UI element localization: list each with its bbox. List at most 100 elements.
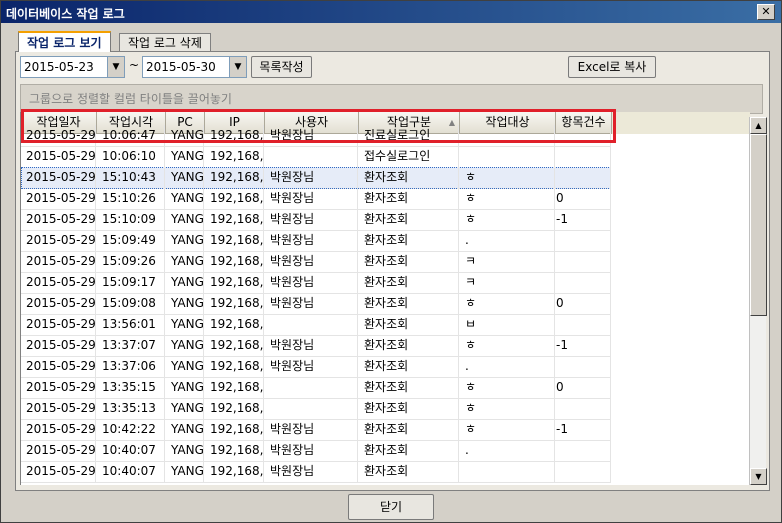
cell-target: ㅂ bbox=[460, 314, 555, 335]
date-to-value: 2015-05-30 bbox=[146, 60, 216, 74]
close-button[interactable]: 닫기 bbox=[348, 494, 434, 520]
build-list-button[interactable]: 목록작성 bbox=[251, 56, 312, 78]
cell-count: 0 bbox=[556, 293, 611, 314]
cell-task-type: 환자조회 bbox=[359, 272, 459, 293]
cell-user: 박원장님 bbox=[265, 125, 358, 146]
table-row[interactable]: 2015-05-2910:06:10YANG192,168,0, 접수실로그인 bbox=[21, 146, 611, 168]
cell-time: 13:35:13 bbox=[97, 398, 165, 419]
scroll-up-icon[interactable]: ▲ bbox=[750, 117, 767, 134]
cell-time: 10:40:07 bbox=[97, 461, 165, 482]
table-row[interactable]: 2015-05-2915:09:17YANG192,168,0,박원장님환자조회… bbox=[21, 272, 611, 294]
cell-time: 13:56:01 bbox=[97, 314, 165, 335]
date-from-combo[interactable]: 2015-05-23 ▼ bbox=[20, 56, 125, 78]
cell-task-type: 환자조회 bbox=[359, 335, 459, 356]
cell-time: 15:09:49 bbox=[97, 230, 165, 251]
cell-count bbox=[556, 167, 611, 188]
scroll-thumb[interactable] bbox=[750, 134, 767, 316]
cell-date: 2015-05-29 bbox=[21, 440, 96, 461]
cell-time: 15:10:26 bbox=[97, 188, 165, 209]
cell-task-type: 환자조회 bbox=[359, 314, 459, 335]
cell-task-type: 환자조회 bbox=[359, 356, 459, 377]
cell-date: 2015-05-29 bbox=[21, 188, 96, 209]
cell-target bbox=[460, 461, 555, 482]
cell-pc: YANG bbox=[166, 251, 204, 272]
cell-ip: 192,168,0, bbox=[205, 356, 264, 377]
excel-copy-button[interactable]: Excel로 복사 bbox=[568, 56, 656, 78]
cell-target bbox=[460, 146, 555, 167]
cell-task-type: 환자조회 bbox=[359, 461, 459, 482]
cell-user: 박원장님 bbox=[265, 335, 358, 356]
cell-count bbox=[556, 272, 611, 293]
cell-count bbox=[556, 461, 611, 482]
cell-count: 0 bbox=[556, 188, 611, 209]
table-row[interactable]: 2015-05-2913:37:06YANG192,168,0,박원장님환자조회… bbox=[21, 356, 611, 378]
cell-date: 2015-05-29 bbox=[21, 335, 96, 356]
table-row[interactable]: 2015-05-2910:06:47YANG192,168,0,박원장님진료실로… bbox=[21, 125, 611, 147]
cell-user: 박원장님 bbox=[265, 188, 358, 209]
vertical-scrollbar[interactable]: ▲ ▼ bbox=[749, 117, 767, 485]
cell-pc: YANG bbox=[166, 230, 204, 251]
cell-time: 13:35:15 bbox=[97, 377, 165, 398]
cell-ip: 192,168,0, bbox=[205, 419, 264, 440]
cell-time: 10:42:22 bbox=[97, 419, 165, 440]
date-from-value: 2015-05-23 bbox=[24, 60, 94, 74]
cell-target: ㅎ bbox=[460, 398, 555, 419]
group-hint: 그룹으로 정렬할 컬럼 타이틀을 끌어놓기 bbox=[29, 92, 232, 106]
cell-pc: YANG bbox=[166, 335, 204, 356]
table-row[interactable]: 2015-05-2913:35:13YANG192,168,0, 환자조회ㅎ bbox=[21, 398, 611, 420]
cell-task-type: 환자조회 bbox=[359, 398, 459, 419]
table-row[interactable]: 2015-05-2910:40:07YANG192,168,0,박원장님환자조회… bbox=[21, 440, 611, 462]
date-to-combo[interactable]: 2015-05-30 ▼ bbox=[142, 56, 247, 78]
cell-ip: 192,168,0, bbox=[205, 209, 264, 230]
date-separator: ~ bbox=[129, 58, 140, 72]
tab-view-log[interactable]: 작업 로그 보기 bbox=[18, 31, 111, 52]
cell-user bbox=[265, 398, 358, 419]
cell-date: 2015-05-29 bbox=[21, 272, 96, 293]
cell-target: . bbox=[460, 440, 555, 461]
cell-user bbox=[265, 377, 358, 398]
cell-ip: 192,168,0, bbox=[205, 251, 264, 272]
chevron-down-icon[interactable]: ▼ bbox=[229, 57, 246, 77]
cell-target: ㅎ bbox=[460, 293, 555, 314]
table-row[interactable]: 2015-05-2915:09:08YANG192,168,0,박원장님환자조회… bbox=[21, 293, 611, 315]
cell-ip: 192,168,0, bbox=[205, 377, 264, 398]
cell-target: ㅎ bbox=[460, 419, 555, 440]
cell-pc: YANG bbox=[166, 314, 204, 335]
cell-pc: YANG bbox=[166, 377, 204, 398]
cell-user: 박원장님 bbox=[265, 272, 358, 293]
window: 데이터베이스 작업 로그 ✕ 작업 로그 보기 작업 로그 삭제 2015-05… bbox=[0, 0, 782, 523]
close-icon[interactable]: ✕ bbox=[757, 4, 775, 20]
cell-user: 박원장님 bbox=[265, 230, 358, 251]
cell-ip: 192,168,0, bbox=[205, 146, 264, 167]
scroll-down-icon[interactable]: ▼ bbox=[750, 468, 767, 485]
cell-task-type: 환자조회 bbox=[359, 251, 459, 272]
cell-ip: 192,168,0, bbox=[205, 335, 264, 356]
group-by-area[interactable]: 그룹으로 정렬할 컬럼 타이틀을 끌어놓기 bbox=[20, 84, 763, 114]
tab-delete-log[interactable]: 작업 로그 삭제 bbox=[119, 33, 211, 52]
table-row[interactable]: 2015-05-2915:10:09YANG192,168,0,박원장님환자조회… bbox=[21, 209, 611, 231]
cell-task-type: 환자조회 bbox=[359, 167, 459, 188]
table-row[interactable]: 2015-05-2915:10:43YANG192,168,0,박원장님환자조회… bbox=[21, 167, 611, 189]
table-row[interactable]: 2015-05-2913:37:07YANG192,168,0,박원장님환자조회… bbox=[21, 335, 611, 357]
cell-date: 2015-05-29 bbox=[21, 146, 96, 167]
table-row[interactable]: 2015-05-2913:35:15YANG192,168,0, 환자조회ㅎ0 bbox=[21, 377, 611, 399]
chevron-down-icon[interactable]: ▼ bbox=[107, 57, 124, 77]
table-row[interactable]: 2015-05-2915:10:26YANG192,168,0,박원장님환자조회… bbox=[21, 188, 611, 210]
cell-time: 10:06:10 bbox=[97, 146, 165, 167]
cell-ip: 192,168,0, bbox=[205, 230, 264, 251]
cell-time: 15:09:17 bbox=[97, 272, 165, 293]
table-row[interactable]: 2015-05-2915:09:26YANG192,168,0,박원장님환자조회… bbox=[21, 251, 611, 273]
cell-time: 15:09:08 bbox=[97, 293, 165, 314]
cell-target: . bbox=[460, 230, 555, 251]
table-row[interactable]: 2015-05-2913:56:01YANG192,168,0, 환자조회ㅂ bbox=[21, 314, 611, 336]
cell-count: 0 bbox=[556, 377, 611, 398]
cell-ip: 192,168,0, bbox=[205, 167, 264, 188]
cell-date: 2015-05-29 bbox=[21, 398, 96, 419]
table-row[interactable]: 2015-05-2910:42:22YANG192,168,0,박원장님환자조회… bbox=[21, 419, 611, 441]
cell-date: 2015-05-29 bbox=[21, 230, 96, 251]
cell-date: 2015-05-29 bbox=[21, 356, 96, 377]
table-row[interactable]: 2015-05-2910:40:07YANG192,168,0,박원장님환자조회 bbox=[21, 461, 611, 483]
cell-user: 박원장님 bbox=[265, 419, 358, 440]
cell-target: ㅎ bbox=[460, 188, 555, 209]
table-row[interactable]: 2015-05-2915:09:49YANG192,168,0,박원장님환자조회… bbox=[21, 230, 611, 252]
